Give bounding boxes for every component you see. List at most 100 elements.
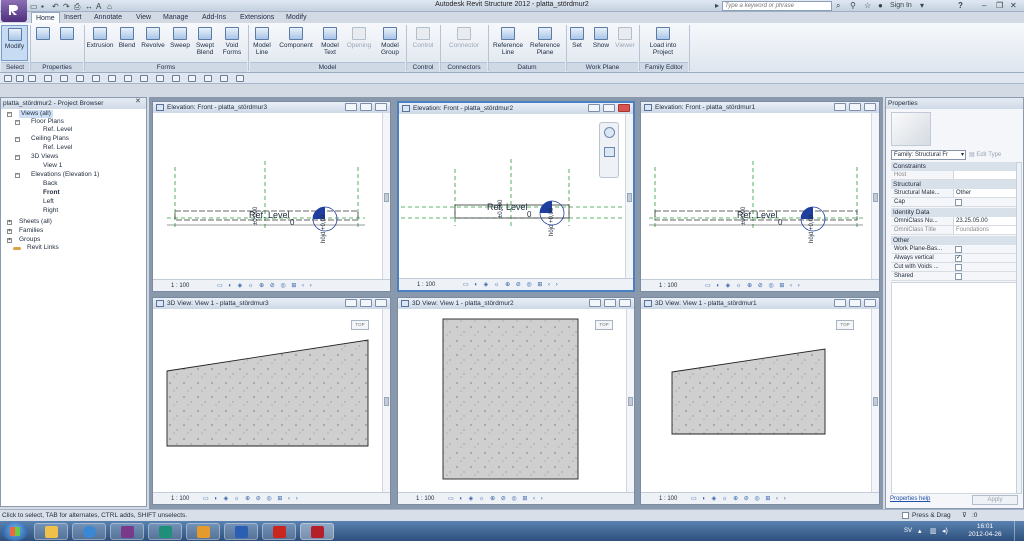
tab-modify[interactable]: Modify [282, 12, 311, 23]
view-control-icons[interactable]: ▭ ◐ ◈ ☼ ⊕ ⊘ ◎ ⊞ ‹ › [691, 493, 788, 505]
network-icon[interactable]: ▥ [930, 527, 937, 535]
taskbar-word[interactable] [224, 523, 258, 540]
start-button[interactable] [2, 522, 28, 541]
3d-view-icon[interactable] [156, 75, 164, 82]
sweep-button[interactable]: Sweep [168, 25, 192, 61]
restore-icon[interactable] [360, 299, 372, 307]
application-menu-button[interactable] [1, 0, 27, 22]
press-drag-checkbox[interactable] [902, 512, 909, 519]
minimize-icon[interactable] [834, 299, 846, 307]
group-connectors[interactable]: Connectors [441, 62, 487, 72]
tray-arrow-icon[interactable]: ▴ [918, 527, 922, 535]
show-button[interactable]: Show [589, 25, 613, 61]
expand-icon[interactable]: + [7, 238, 12, 243]
family-types-button[interactable] [56, 25, 78, 61]
view-scale[interactable]: 1 : 100 [659, 493, 677, 505]
opening-button[interactable]: Opening [344, 25, 374, 61]
tab-extensions[interactable]: Extensions [236, 12, 278, 23]
taskbar-media-app[interactable] [110, 523, 144, 540]
view-scale[interactable]: 1 : 100 [171, 493, 189, 505]
tree-left[interactable]: Left [43, 198, 54, 206]
tab-annotate[interactable]: Annotate [90, 12, 126, 23]
viewcube-icon[interactable]: TOP [595, 320, 613, 330]
view-scale[interactable]: 1 : 100 [417, 279, 435, 291]
tree-ceiling-ref-level[interactable]: Ref. Level [43, 144, 72, 152]
tree-families[interactable]: Families [19, 227, 43, 235]
reference-plane-button[interactable]: Reference Plane [527, 25, 563, 61]
reference-line-button[interactable]: Reference Line [490, 25, 526, 61]
restore-icon[interactable] [603, 104, 615, 112]
close-icon[interactable] [618, 104, 630, 112]
close-icon[interactable] [375, 299, 387, 307]
revolve-button[interactable]: Revolve [139, 25, 167, 61]
collapse-icon[interactable]: − [7, 112, 12, 117]
work-plane-based-checkbox[interactable] [955, 246, 962, 253]
category-constraints[interactable]: Constraints [891, 162, 1022, 171]
model-group-button[interactable]: Model Group [376, 25, 404, 61]
taskbar-publisher[interactable] [148, 523, 182, 540]
collapse-icon[interactable]: − [15, 120, 20, 125]
minimize-icon[interactable]: – [982, 1, 986, 11]
sign-in-dropdown-icon[interactable]: ▾ [920, 1, 924, 11]
taskbar-revit[interactable] [300, 523, 334, 540]
close-icon[interactable] [864, 103, 876, 111]
modify-button[interactable]: Modify [1, 25, 28, 61]
view-control-icons[interactable]: ▭ ◐ ◈ ☼ ⊕ ⊘ ◎ ⊞ ‹ › [203, 493, 300, 505]
minimize-icon[interactable] [345, 299, 357, 307]
view-3d-stordmur3[interactable]: 3D View: View 1 - platta_stördmur3 TOP 1… [152, 297, 391, 505]
sign-in-link[interactable]: Sign In [890, 1, 912, 11]
taskbar-internet-explorer[interactable] [72, 523, 106, 540]
ref-level-label[interactable]: Ref. Level [487, 202, 528, 212]
edit-type-button[interactable]: ▤ Edit Type [969, 150, 1021, 160]
close-icon[interactable]: ✕ [1010, 1, 1017, 11]
tree-back[interactable]: Back [43, 180, 57, 188]
help-icon[interactable]: ? [958, 1, 963, 11]
always-vertical-checkbox[interactable]: ✓ [955, 255, 962, 262]
restore-icon[interactable] [849, 103, 861, 111]
tree-elevations[interactable]: Elevations (Elevation 1) [31, 171, 99, 179]
viewcube-icon[interactable]: TOP [836, 320, 854, 330]
view-3d-stordmur2[interactable]: 3D View: View 1 - platta_stördmur2 TOP 1… [397, 297, 635, 505]
cut-with-voids-checkbox[interactable] [955, 264, 962, 271]
tab-insert[interactable]: Insert [60, 12, 86, 23]
drawing-canvas[interactable]: TOP [153, 309, 382, 492]
view-3d-stordmur1[interactable]: 3D View: View 1 - platta_stördmur1 TOP 1… [640, 297, 880, 505]
set-button[interactable]: Set [568, 25, 586, 61]
steering-wheel-icon[interactable] [604, 127, 615, 138]
save-icon[interactable] [16, 75, 24, 82]
dimension-icon[interactable] [108, 75, 116, 82]
tree-front[interactable]: Front [43, 189, 60, 197]
close-icon[interactable] [864, 299, 876, 307]
customize-icon[interactable] [236, 75, 244, 82]
tree-views-all[interactable]: Views (all) [19, 110, 53, 118]
group-properties[interactable]: Properties [31, 62, 83, 72]
properties-scrollbar[interactable] [1016, 162, 1022, 494]
properties-help-link[interactable]: Properties help [890, 496, 930, 502]
redo-icon[interactable] [60, 75, 68, 82]
properties-button[interactable] [33, 25, 53, 61]
tree-3d-views[interactable]: 3D Views [31, 153, 58, 161]
group-datum[interactable]: Datum [489, 62, 565, 72]
viewcube-icon[interactable]: TOP [351, 320, 369, 330]
minimize-icon[interactable] [345, 103, 357, 111]
vertical-scrollbar[interactable] [625, 114, 633, 278]
viewer-button[interactable]: Viewer [613, 25, 637, 61]
vertical-scrollbar[interactable] [382, 309, 390, 492]
category-structural[interactable]: Structural [891, 180, 1022, 189]
open-icon[interactable] [4, 75, 12, 82]
tab-manage[interactable]: Manage [159, 12, 192, 23]
model-text-button[interactable]: Model Text [317, 25, 343, 61]
communication-icon[interactable]: ⚲ [850, 1, 856, 11]
sync-icon[interactable] [28, 75, 36, 82]
tree-groups[interactable]: Groups [19, 236, 40, 244]
drawing-canvas[interactable]: TOP [641, 309, 871, 492]
minimize-icon[interactable] [834, 103, 846, 111]
close-icon[interactable]: ✕ [135, 97, 141, 107]
tree-floor-ref-level[interactable]: Ref. Level [43, 126, 72, 134]
language-indicator[interactable]: SV [904, 528, 912, 534]
tab-home[interactable]: Home [31, 12, 60, 23]
view-control-icons[interactable]: ▭ ◐ ◈ ☼ ⊕ ⊘ ◎ ⊞ ‹ › [463, 279, 560, 291]
blend-button[interactable]: Blend [116, 25, 138, 61]
structural-material-field[interactable]: Other [953, 189, 1021, 197]
tree-ceiling-plans[interactable]: Ceiling Plans [31, 135, 69, 143]
